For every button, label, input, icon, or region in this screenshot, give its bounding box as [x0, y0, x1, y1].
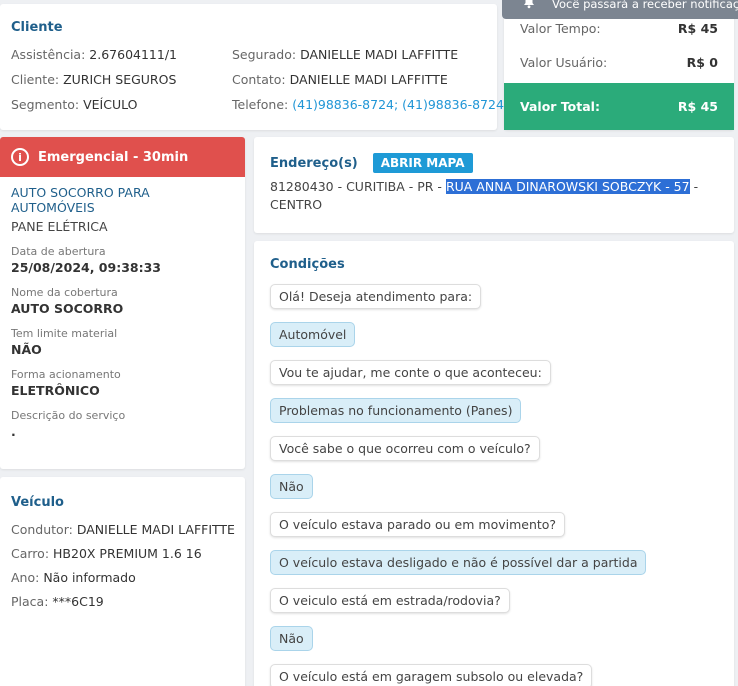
segurado-value: DANIELLE MADI LAFFITTE [300, 47, 459, 62]
veiculo-title: Veículo [11, 495, 64, 510]
question-bubble: Vou te ajudar, me conte o que aconteceu: [270, 360, 551, 385]
segmento-row: Segmento: VEÍCULO [11, 97, 138, 112]
field-forma-acionamento: Forma acionamento ELETRÔNICO [11, 368, 121, 398]
emergencia-label: Emergencial - 30min [38, 149, 189, 165]
assistencia-row: Assistência: 2.67604111/1 [11, 47, 177, 62]
valor-usuario: R$ 0 [686, 55, 718, 70]
carro-row: Carro: HB20X PREMIUM 1.6 16 [11, 546, 202, 561]
field-data-abertura: Data de abertura 25/08/2024, 09:38:33 [11, 245, 161, 275]
valor-usuario-row: Valor Usuário: R$ 0 [520, 55, 718, 70]
valor-tempo: R$ 45 [677, 21, 718, 36]
field-descricao-servico: Descrição do serviço . [11, 409, 126, 439]
valor-tempo-row: Valor Tempo: R$ 45 [520, 21, 718, 36]
answer-bubble: Não [270, 626, 313, 651]
endereco-title: Endereço(s) [270, 155, 358, 171]
contato-row: Contato: DANIELLE MADI LAFFITTE [232, 72, 448, 87]
answer-bubble: Automóvel [270, 322, 356, 347]
field-limite-material: Tem limite material NÃO [11, 327, 118, 357]
endereco-card: Endereço(s) ABRIR MAPA 81280430 - CURITI… [254, 137, 734, 233]
answer-bubble: O veículo estava desligado e não é possí… [270, 550, 647, 575]
condutor-row: Condutor: DANIELLE MADI LAFFITTE [11, 522, 235, 537]
cliente-card: Cliente Assistência: 2.67604111/1 Client… [0, 4, 504, 130]
address-selection: RUA ANNA DINAROWSKI SOBCZYK - 57 [445, 179, 690, 194]
telefone-link[interactable]: (41)98836-8724; (41)98836-8724 [292, 97, 504, 112]
notification-toast[interactable]: Você passará a receber notificações [502, 0, 738, 19]
cliente-value: ZURICH SEGUROS [63, 72, 177, 87]
ano-row: Ano: Não informado [11, 570, 136, 585]
servico-title: AUTO SOCORRO PARA AUTOMÓVEIS [11, 185, 150, 215]
segurado-row: Segurado: DANIELLE MADI LAFFITTE [232, 47, 459, 62]
segmento-value: VEÍCULO [83, 97, 138, 112]
valor-total: R$ 45 [677, 99, 718, 114]
contato-value: DANIELLE MADI LAFFITTE [289, 72, 448, 87]
valores-card: Valor Tempo: R$ 45 Valor Usuário: R$ 0 V… [504, 0, 734, 130]
cliente-title: Cliente [11, 20, 63, 35]
assistencia-value: 2.67604111/1 [89, 47, 177, 62]
question-bubble: O veiculo está em estrada/rodovia? [270, 588, 510, 613]
info-icon: i [11, 148, 29, 166]
condicoes-card: Condições Olá! Deseja atendimento para: … [254, 241, 734, 686]
answer-bubble: Problemas no funcionamento (Panes) [270, 398, 522, 423]
question-bubble: O veículo estava parado ou em movimento? [270, 512, 566, 537]
answer-bubble: Não [270, 474, 313, 499]
open-map-button[interactable]: ABRIR MAPA [372, 153, 473, 173]
cliente-row: Cliente: ZURICH SEGUROS [11, 72, 177, 87]
servico-card: i Emergencial - 30min AUTO SOCORRO PARA … [0, 137, 245, 469]
question-bubble: Você sabe o que ocorreu com o veículo? [270, 436, 540, 461]
notification-text: Você passará a receber notificações [552, 0, 738, 11]
veiculo-card: Veículo Condutor: DANIELLE MADI LAFFITTE… [0, 477, 245, 686]
servico-subtitle: PANE ELÉTRICA [11, 219, 108, 234]
emergencia-banner: i Emergencial - 30min [0, 137, 245, 177]
question-bubble: Olá! Deseja atendimento para: [270, 284, 482, 309]
address-text: 81280430 - CURITIBA - PR - RUA ANNA DINA… [270, 179, 699, 212]
valor-total-bar: Valor Total: R$ 45 [504, 83, 734, 130]
bell-icon [524, 0, 534, 9]
placa-row: Placa: ***6C19 [11, 594, 104, 609]
field-nome-cobertura: Nome da cobertura AUTO SOCORRO [11, 286, 124, 316]
question-bubble: O veículo está em garagem subsolo ou ele… [270, 664, 593, 686]
condicoes-title: Condições [270, 257, 345, 272]
telefone-row: Telefone: (41)98836-8724; (41)98836-8724 [232, 97, 504, 112]
